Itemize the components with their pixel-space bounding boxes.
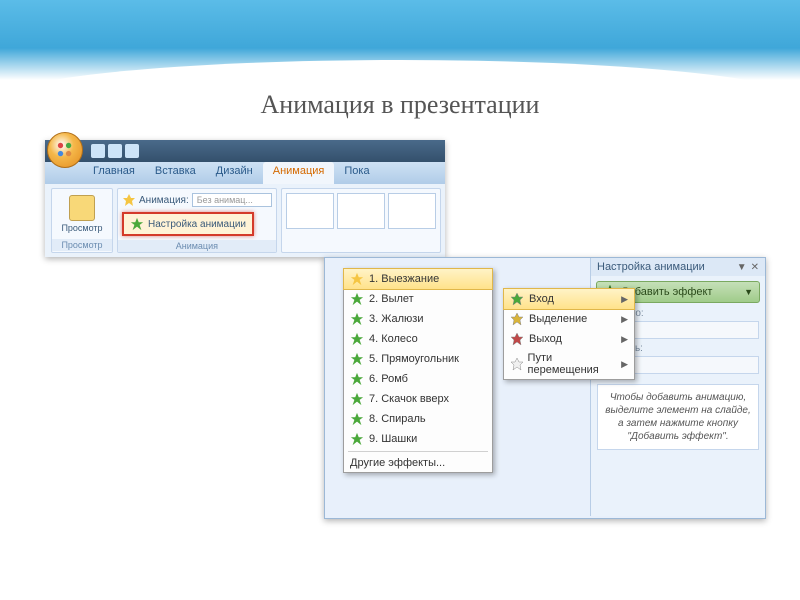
animation-label: Анимация:: [139, 195, 189, 206]
ribbon-body: Просмотр Просмотр Анимация: Без анимац..…: [45, 184, 445, 257]
preview-group-label: Просмотр: [52, 239, 112, 251]
dropdown-icon[interactable]: ▼: [737, 262, 747, 273]
star-icon: [350, 432, 364, 446]
star-icon: [510, 312, 524, 326]
ribbon-tab[interactable]: Пока: [334, 162, 379, 184]
chevron-right-icon: ▶: [621, 359, 628, 370]
category-menu-item[interactable]: Выход▶: [504, 329, 634, 349]
category-menu-item[interactable]: Выделение▶: [504, 309, 634, 329]
transition-thumb[interactable]: [337, 193, 385, 229]
star-icon: [350, 312, 364, 326]
transition-thumb[interactable]: [286, 193, 334, 229]
star-icon: [350, 332, 364, 346]
task-pane-header: Настройка анимации ▼ ✕: [591, 258, 765, 276]
transition-thumb[interactable]: [388, 193, 436, 229]
category-menu-item[interactable]: Пути перемещения▶: [504, 349, 634, 379]
effect-menu-item[interactable]: 7. Скачок вверх: [344, 389, 492, 409]
animation-dropdown[interactable]: Без анимац...: [192, 193, 272, 207]
effect-menu-item[interactable]: 8. Спираль: [344, 409, 492, 429]
custom-animation-label: Настройка анимации: [148, 219, 246, 230]
effects-submenu: 1. Выезжание2. Вылет3. Жалюзи4. Колесо5.…: [343, 268, 493, 473]
preview-button-label: Просмотр: [61, 223, 102, 233]
window-titlebar: [45, 140, 445, 162]
ribbon-tab[interactable]: Анимация: [263, 162, 335, 184]
task-pane-hint: Чтобы добавить анимацию, выделите элемен…: [597, 384, 759, 450]
animation-group-label: Анимация: [118, 240, 276, 252]
effect-menu-item[interactable]: 6. Ромб: [344, 369, 492, 389]
ribbon-tab[interactable]: Вставка: [145, 162, 206, 184]
other-effects-item[interactable]: Другие эффекты...: [344, 454, 492, 472]
chevron-right-icon: ▶: [621, 334, 628, 345]
animation-group: Анимация: Без анимац... Настройка анимац…: [117, 188, 277, 253]
star-icon: [510, 332, 524, 346]
office-button[interactable]: [47, 132, 83, 168]
effect-menu-item[interactable]: 1. Выезжание: [343, 268, 493, 290]
preview-icon: [69, 195, 95, 221]
animate-icon: [122, 193, 136, 207]
star-icon: [350, 392, 364, 406]
effect-menu-item[interactable]: 9. Шашки: [344, 429, 492, 449]
star-icon: [350, 292, 364, 306]
star-icon: [350, 412, 364, 426]
slide-background: Анимация в презентации ГлавнаяВставкаДиз…: [0, 0, 800, 600]
ribbon-tab[interactable]: Главная: [83, 162, 145, 184]
quick-access-toolbar[interactable]: [91, 144, 139, 158]
effect-menu-item[interactable]: 2. Вылет: [344, 289, 492, 309]
star-icon: [350, 372, 364, 386]
effect-menu-item[interactable]: 3. Жалюзи: [344, 309, 492, 329]
taskpane-screenshot: 1. Выезжание2. Вылет3. Жалюзи4. Колесо5.…: [324, 257, 766, 519]
chevron-down-icon: ▼: [744, 287, 753, 297]
ribbon-screenshot: ГлавнаяВставкаДизайнАнимацияПока Просмот…: [45, 140, 445, 257]
ribbon-tab[interactable]: Дизайн: [206, 162, 263, 184]
transition-group: [281, 188, 441, 253]
preview-button[interactable]: Просмотр: [56, 193, 108, 235]
chevron-right-icon: ▶: [621, 314, 628, 325]
effect-menu-item[interactable]: 5. Прямоугольник: [344, 349, 492, 369]
custom-animation-button[interactable]: Настройка анимации: [122, 212, 254, 236]
slide-title: Анимация в презентации: [0, 90, 800, 120]
star-icon: [510, 292, 524, 306]
star-icon: [350, 352, 364, 366]
effect-menu-item[interactable]: 4. Колесо: [344, 329, 492, 349]
qat-save-icon[interactable]: [91, 144, 105, 158]
close-icon[interactable]: ✕: [751, 262, 759, 273]
gear-star-icon: [130, 217, 144, 231]
ribbon-tabs: ГлавнаяВставкаДизайнАнимацияПока: [45, 162, 445, 184]
star-icon: [350, 272, 364, 286]
preview-group: Просмотр Просмотр: [51, 188, 113, 253]
chevron-right-icon: ▶: [621, 294, 628, 305]
qat-undo-icon[interactable]: [108, 144, 122, 158]
animation-select-row: Анимация: Без анимац...: [122, 193, 272, 207]
decorative-wave: [0, 0, 800, 80]
qat-redo-icon[interactable]: [125, 144, 139, 158]
star-icon: [510, 357, 523, 371]
task-pane-title: Настройка анимации: [597, 261, 705, 273]
category-menu-item[interactable]: Вход▶: [503, 288, 635, 310]
category-menu: Вход▶Выделение▶Выход▶Пути перемещения▶: [503, 288, 635, 380]
